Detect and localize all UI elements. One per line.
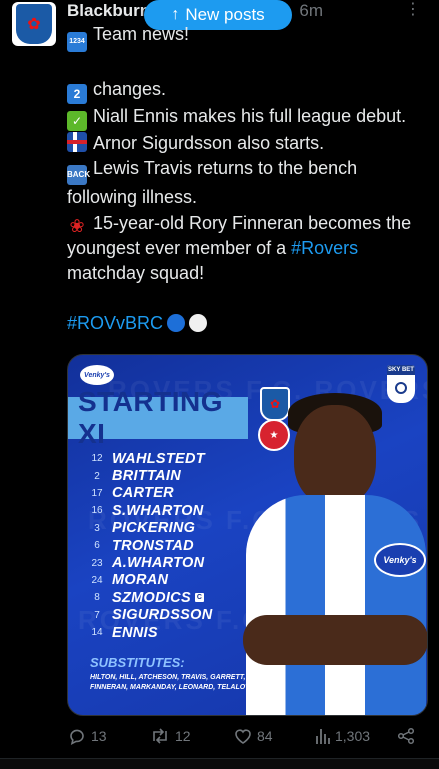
shirt-number: 12	[91, 453, 103, 465]
account-name[interactable]: Blackburn	[67, 1, 150, 20]
reply-icon	[67, 726, 87, 746]
player-name: BRITTAIN	[112, 468, 181, 485]
player-name: ENNIS	[112, 624, 158, 641]
player-name: SZMODICS	[112, 589, 191, 606]
tweet-line-ennis: Niall Ennis makes his full league debut.	[93, 106, 407, 127]
player-head	[294, 405, 376, 505]
like-button[interactable]: 84	[233, 724, 273, 748]
back-arrow-emoji-icon: BACK	[67, 165, 90, 186]
match-hashtag-link[interactable]: #ROVvBRC	[67, 313, 163, 333]
player-name: PICKERING	[112, 520, 196, 537]
shirt-number: 14	[91, 627, 103, 639]
tweet-actions: 13 12 84 1,303	[67, 724, 427, 748]
lineup-row: 23 A.WHARTON	[82, 554, 213, 571]
player-name: S.WHARTON	[112, 502, 204, 519]
repost-count: 12	[175, 728, 191, 744]
numbers-emoji-icon: 1234	[67, 32, 87, 52]
shirt-number: 23	[91, 557, 103, 569]
tweet-line-changes: changes.	[93, 79, 167, 100]
keycap-two-emoji-icon: 2	[67, 84, 87, 105]
like-count: 84	[257, 728, 273, 744]
tweet-line-finneran-post: matchday squad!	[67, 263, 205, 283]
shirt-number: 7	[94, 609, 100, 621]
lineup-row: 3 PICKERING	[82, 520, 213, 537]
views-count: 1,303	[335, 728, 371, 744]
team-news-image[interactable]: ROVERS F.C. ROVERS ROVERS F.C. ROVERS RO…	[67, 354, 428, 716]
views-chart-icon	[315, 727, 331, 745]
player-name: A.WHARTON	[112, 555, 205, 572]
lineup-row: 8 SZMODICS C	[82, 589, 213, 606]
tweet-line-travis: Lewis Travis returns to the bench follow…	[67, 158, 358, 208]
shirt-number: 6	[94, 540, 100, 552]
player-kit	[246, 495, 426, 715]
next-post-edge	[0, 758, 439, 769]
lineup-row: 12 WAHLSTEDT	[82, 450, 213, 467]
lineup-row: 6 TRONSTAD	[82, 537, 213, 554]
repost-button[interactable]: 12	[149, 724, 191, 748]
tweet-line-sigurdsson: Arnor Sigurdsson also starts.	[93, 133, 325, 154]
skybet-label: SKY BET	[387, 365, 415, 375]
substitutes-title: SUBSTITUTES:	[90, 655, 185, 670]
shirt-number: 17	[91, 487, 103, 499]
rovers-hashtag-link[interactable]: #Rovers	[291, 238, 358, 258]
player-name: SIGURDSSON	[112, 607, 213, 624]
check-mark-emoji-icon: ✓	[67, 111, 87, 132]
reply-button[interactable]: 13	[67, 724, 107, 748]
blue-circle-emoji-icon	[167, 314, 186, 333]
heart-icon	[233, 726, 253, 746]
white-circle-emoji-icon	[189, 314, 208, 333]
efl-icon	[395, 382, 407, 394]
views-button[interactable]: 1,303	[315, 724, 370, 748]
player-name: CARTER	[112, 485, 174, 502]
shirt-number: 2	[94, 470, 100, 482]
iceland-flag-emoji-icon	[67, 132, 87, 153]
reply-count: 13	[91, 728, 107, 744]
player-arms	[243, 615, 427, 665]
lineup-row: 16 S.WHARTON	[82, 502, 213, 519]
lineup-row: 2 BRITTAIN	[82, 467, 213, 484]
bristol-city-badge-icon: ★	[258, 419, 290, 451]
repost-icon	[149, 726, 171, 746]
starting-xi-title: STARTING XI	[68, 386, 248, 449]
more-options-icon[interactable]: ⋮	[405, 2, 421, 18]
player-name: WAHLSTEDT	[112, 450, 205, 467]
player-name: TRONSTAD	[112, 537, 194, 554]
rose-emoji-icon: ❀	[69, 215, 85, 236]
lineup-list: 12 WAHLSTEDT 2 BRITTAIN 17 CARTER 16 S.WHART…	[82, 450, 213, 641]
shirt-number: 16	[91, 505, 103, 517]
tweet-text: 1234 Team news! 2 changes. ✓ Niall Ennis ma…	[67, 22, 427, 337]
tweet-line-team-news: Team news!	[93, 24, 190, 44]
lineup-row: 24 MORAN	[82, 572, 213, 589]
rovers-badge-icon: ✿	[260, 387, 290, 421]
skybet-efl-logo: SKY BET	[387, 365, 415, 403]
lineup-row: 14 ENNIS	[82, 624, 213, 641]
player-name: MORAN	[112, 572, 169, 589]
shirt-number: 3	[94, 522, 100, 534]
captain-badge: C	[194, 593, 204, 603]
shirt-number: 24	[91, 574, 103, 586]
venkys-logo: Venky's	[80, 365, 114, 385]
lineup-row: 7 SIGURDSSON	[82, 607, 213, 624]
substitutes-list: HILTON, HILL, ATCHESON, TRAVIS, GARRETT,…	[90, 674, 257, 691]
share-icon	[397, 727, 415, 745]
account-avatar[interactable]: ✿	[12, 2, 56, 46]
shirt-number: 8	[94, 592, 100, 604]
share-button[interactable]	[397, 724, 415, 748]
timestamp[interactable]: 6m	[299, 1, 323, 20]
rovers-crest-icon: ✿	[16, 4, 52, 44]
venkys-shirt-sponsor: Venky's	[374, 543, 426, 577]
tweet-line-finneran-pre: 15-year-old Rory Finneran becomes the yo…	[67, 212, 412, 258]
lineup-row: 17 CARTER	[82, 485, 213, 502]
